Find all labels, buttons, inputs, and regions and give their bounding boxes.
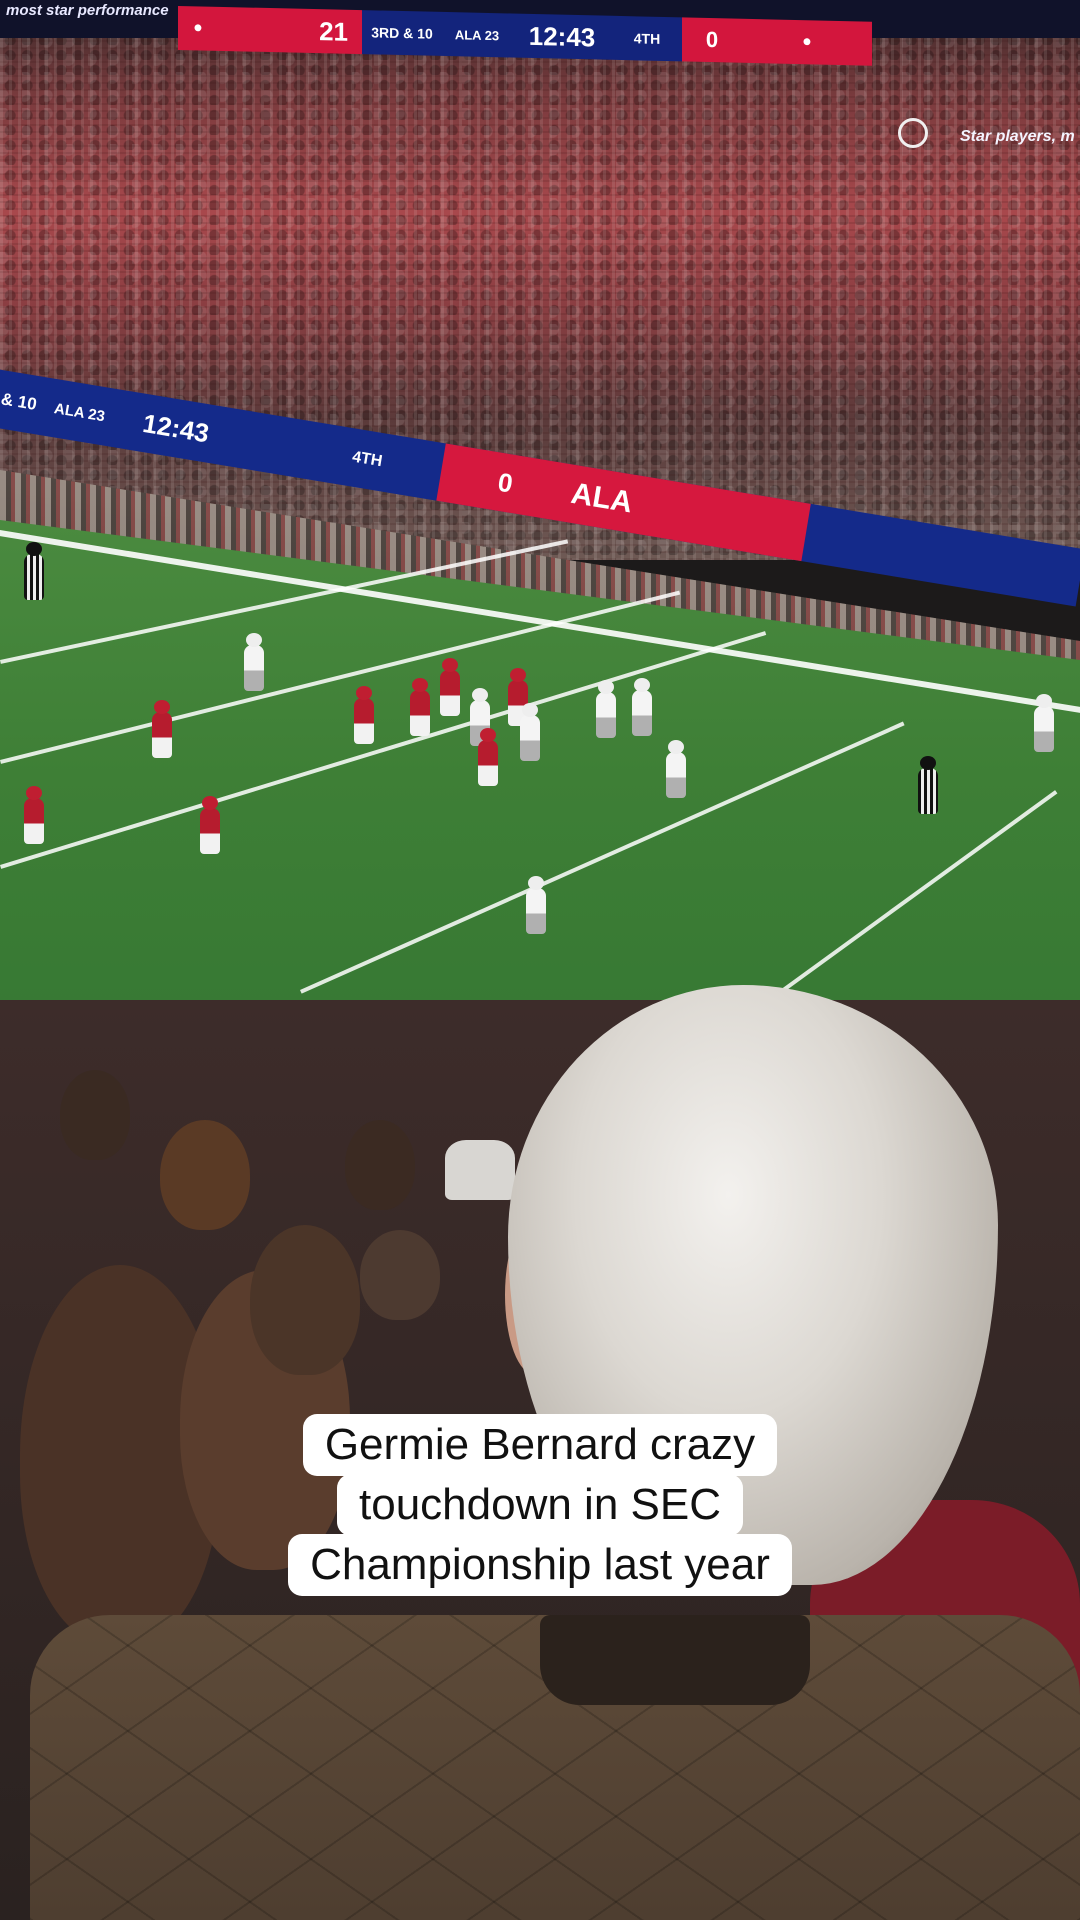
spectator-head xyxy=(250,1225,360,1375)
player xyxy=(440,658,460,716)
coat-collar xyxy=(540,1615,810,1705)
caption-line-1: Germie Bernard crazy xyxy=(302,1414,778,1476)
referee xyxy=(24,542,44,600)
video-caption: Germie Bernard crazy touchdown in SEC Ch… xyxy=(0,1414,1080,1596)
team-logo-icon: ● xyxy=(178,5,218,51)
player xyxy=(520,703,540,761)
player xyxy=(1034,694,1054,752)
game-quarter: 4TH xyxy=(612,15,682,62)
player xyxy=(244,633,264,691)
spectator-head xyxy=(60,1070,130,1160)
player xyxy=(354,686,374,744)
spectator-head xyxy=(345,1120,415,1210)
video-frame: most star performance ● 21 3RD & 10 ALA … xyxy=(0,0,1080,1920)
player xyxy=(666,740,686,798)
spectator-head xyxy=(160,1120,250,1230)
player xyxy=(410,678,430,736)
player xyxy=(526,876,546,934)
sec-logo-icon xyxy=(898,118,928,148)
player xyxy=(632,678,652,736)
right-ribbon-text: Star players, m xyxy=(960,128,1075,145)
game-clock: 12:43 xyxy=(512,13,612,60)
spectator-head xyxy=(360,1230,440,1320)
player xyxy=(24,786,44,844)
home-score: 21 xyxy=(218,6,362,55)
ball-on: ALA 23 xyxy=(442,11,512,58)
ribbon-clock: 12:43 xyxy=(140,407,212,448)
down-distance: 3RD & 10 xyxy=(362,10,442,56)
team-logo-icon: ● xyxy=(742,18,872,66)
spectator-cap xyxy=(445,1140,515,1200)
caption-line-3: Championship last year xyxy=(288,1534,792,1596)
player xyxy=(478,728,498,786)
player xyxy=(596,680,616,738)
player xyxy=(152,700,172,758)
top-ribbon-text: most star performance xyxy=(6,2,169,19)
ribbon-quarter: 4TH xyxy=(350,448,384,471)
player xyxy=(200,796,220,854)
ribbon-ball-on: ALA 23 xyxy=(52,399,107,425)
ribbon-down-distance: & 10 xyxy=(0,389,39,414)
referee xyxy=(918,756,938,814)
away-score: 0 xyxy=(682,17,742,63)
caption-line-2: touchdown in SEC xyxy=(337,1474,743,1536)
